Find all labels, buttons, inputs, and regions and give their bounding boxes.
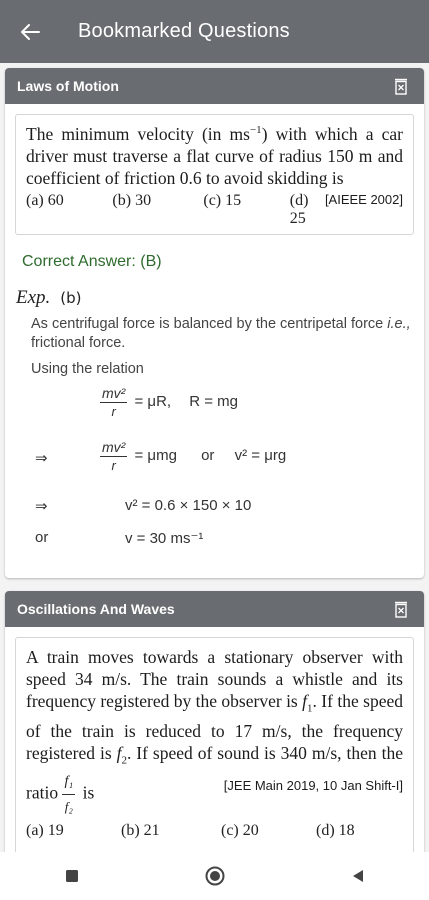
chapter-title: Oscillations And Waves [17, 601, 175, 617]
option-b[interactable]: (b) 21 [121, 822, 221, 840]
frac-den: f₂ [64, 799, 73, 814]
chapter-title: Laws of Motion [17, 78, 119, 94]
question-text-part: is [78, 782, 95, 803]
exp-label: Exp. [16, 287, 51, 308]
options-row: (a) 19 (b) 21 (c) 20 (d) 18 [26, 822, 403, 840]
option-a[interactable]: (a) 60 [26, 192, 112, 228]
question-source: [JEE Main 2019, 10 Jan Shift-I] [223, 778, 403, 793]
exp-text: As centrifugal force is balanced by the … [31, 316, 388, 332]
frac-num: mv² [100, 385, 128, 403]
page-title: Bookmarked Questions [78, 20, 290, 42]
question-text-part: The minimum velocity (in ms [26, 124, 250, 144]
circle-icon [205, 866, 224, 886]
option-c[interactable]: (c) 15 [203, 192, 289, 228]
frac-den: r [111, 404, 116, 419]
option-d[interactable]: (d) 25 [290, 192, 325, 228]
option-c[interactable]: (c) 20 [221, 822, 316, 840]
trash-icon [395, 78, 407, 95]
fraction: mv² r [100, 439, 128, 473]
explanation-label: Exp. (b) [16, 287, 424, 309]
question-text: The minimum velocity (in ms−1) with whic… [26, 123, 403, 207]
recents-button[interactable] [52, 856, 92, 896]
option-d[interactable]: (d) 18 [316, 822, 355, 840]
arrow-left-icon [21, 23, 40, 40]
square-icon [65, 870, 78, 882]
equation-2: mv² r = μmg or v² = μrg [100, 439, 286, 473]
question-box: The minimum velocity (in ms−1) with whic… [15, 114, 414, 235]
question-card-1: Laws of Motion The minimum velocity (in … [5, 68, 424, 578]
or-text: or [35, 529, 49, 546]
question-card-2: Oscillations And Waves A train moves tow… [5, 591, 424, 853]
exp-text: Using the relation [31, 361, 144, 377]
eq-rhs: = μR, [134, 392, 172, 410]
frac-den: r [111, 458, 116, 473]
back-nav-button[interactable] [338, 856, 378, 896]
question-text: A train moves towards a stationary obser… [26, 646, 403, 818]
fraction: f₁ f₂ [62, 771, 76, 818]
question-sup: −1 [249, 124, 262, 137]
eq-rhs: v² = μrg [234, 446, 287, 464]
exp-choice: (b) [60, 289, 82, 307]
or-text: or [201, 446, 215, 464]
option-a[interactable]: (a) 19 [26, 822, 121, 840]
chapter-header: Oscillations And Waves [5, 591, 424, 627]
home-button[interactable] [195, 856, 235, 896]
question-box: A train moves towards a stationary obser… [15, 637, 414, 853]
exp-text: frictional force. [31, 335, 126, 351]
chapter-header: Laws of Motion [5, 68, 424, 104]
equation-4: v = 30 ms⁻¹ [125, 530, 204, 547]
equations-block: mv² r = μR, R = mg ⇒ mv² r = μmg or v² = μ… [5, 379, 424, 569]
exp-text-italic: i.e., [387, 316, 411, 332]
options-row: (a) 60 (b) 30 (c) 15 (d) 25 [26, 192, 325, 228]
question-source: [AIEEE 2002] [324, 192, 403, 207]
frac-num: mv² [100, 439, 128, 457]
trash-icon [395, 601, 407, 618]
frac-num: f₁ [62, 771, 76, 795]
fraction: mv² r [100, 385, 128, 419]
equation-1: mv² r = μR, R = mg [100, 385, 238, 419]
implies-symbol: ⇒ [35, 498, 48, 515]
eq-rhs: R = mg [189, 392, 239, 410]
implies-symbol: ⇒ [35, 450, 48, 467]
triangle-left-icon [352, 870, 363, 882]
correct-answer: Correct Answer: (B) [22, 253, 162, 270]
delete-bookmark-button[interactable] [392, 600, 410, 618]
explanation-text: As centrifugal force is balanced by the … [31, 315, 412, 379]
eq-rhs: = μmg [134, 446, 177, 464]
delete-bookmark-button[interactable] [392, 77, 410, 95]
back-button[interactable] [0, 0, 60, 63]
system-nav-bar [0, 852, 429, 900]
app-bar: Bookmarked Questions [0, 0, 429, 63]
option-b[interactable]: (b) 30 [112, 192, 203, 228]
equation-3: v² = 0.6 × 150 × 10 [125, 497, 252, 514]
